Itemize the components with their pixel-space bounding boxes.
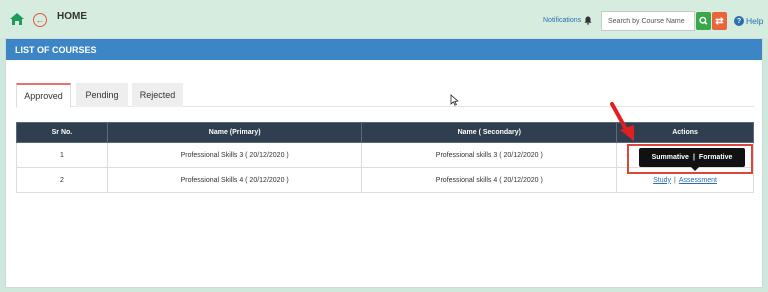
panel-title: LIST OF COURSES: [6, 39, 762, 60]
refresh-button[interactable]: ⇄: [712, 12, 727, 30]
annotation-arrow-icon: [610, 102, 634, 141]
tab-bar: Approved Pending Rejected: [16, 83, 754, 108]
cell-sr-no: 1: [16, 142, 108, 168]
formative-option[interactable]: Formative: [699, 154, 732, 161]
cell-name-secondary: Professional skills 3 ( 20/12/2020 ): [361, 142, 618, 168]
search-input[interactable]: [601, 11, 695, 31]
cell-name-primary: Professional Skills 4 ( 20/12/2020 ): [106, 167, 363, 193]
bell-icon[interactable]: [584, 16, 592, 25]
table-header-row: Sr No. Name (Primary) Name ( Secondary) …: [16, 122, 754, 143]
tooltip-separator: |: [692, 154, 695, 161]
refresh-icon: ⇄: [715, 15, 724, 27]
help-link[interactable]: ? Help: [734, 16, 763, 26]
cell-name-secondary: Professional skills 4 ( 20/12/2020 ): [361, 167, 618, 193]
tooltip-pointer: [691, 167, 699, 171]
tab-approved[interactable]: Approved: [16, 83, 71, 108]
action-separator: |: [674, 176, 676, 184]
top-bar: ← HOME Notifications ⇄ ? Help: [0, 0, 768, 38]
page-title: HOME: [57, 11, 87, 22]
column-header-sr-no: Sr No.: [16, 122, 108, 143]
cell-name-primary: Professional Skills 3 ( 20/12/2020 ): [106, 142, 363, 168]
column-header-name-secondary: Name ( Secondary): [361, 122, 618, 143]
cell-sr-no: 2: [16, 167, 108, 193]
help-label: Help: [746, 16, 764, 26]
mouse-cursor-icon: [450, 94, 459, 106]
search-icon: [699, 16, 708, 25]
assessment-link[interactable]: Assessment: [679, 177, 717, 184]
back-arrow-icon[interactable]: ←: [33, 13, 47, 27]
column-header-name-primary: Name (Primary): [106, 122, 363, 143]
assessment-type-tooltip: Summative | Formative: [639, 148, 745, 167]
tab-pending[interactable]: Pending: [76, 83, 128, 107]
help-icon: ?: [734, 16, 744, 26]
home-icon[interactable]: [9, 12, 25, 26]
tab-rejected[interactable]: Rejected: [132, 83, 183, 107]
study-link[interactable]: Study: [653, 177, 671, 184]
summative-option[interactable]: Summative: [652, 154, 689, 161]
notifications-link[interactable]: Notifications: [543, 17, 581, 24]
search-button[interactable]: [696, 12, 711, 30]
